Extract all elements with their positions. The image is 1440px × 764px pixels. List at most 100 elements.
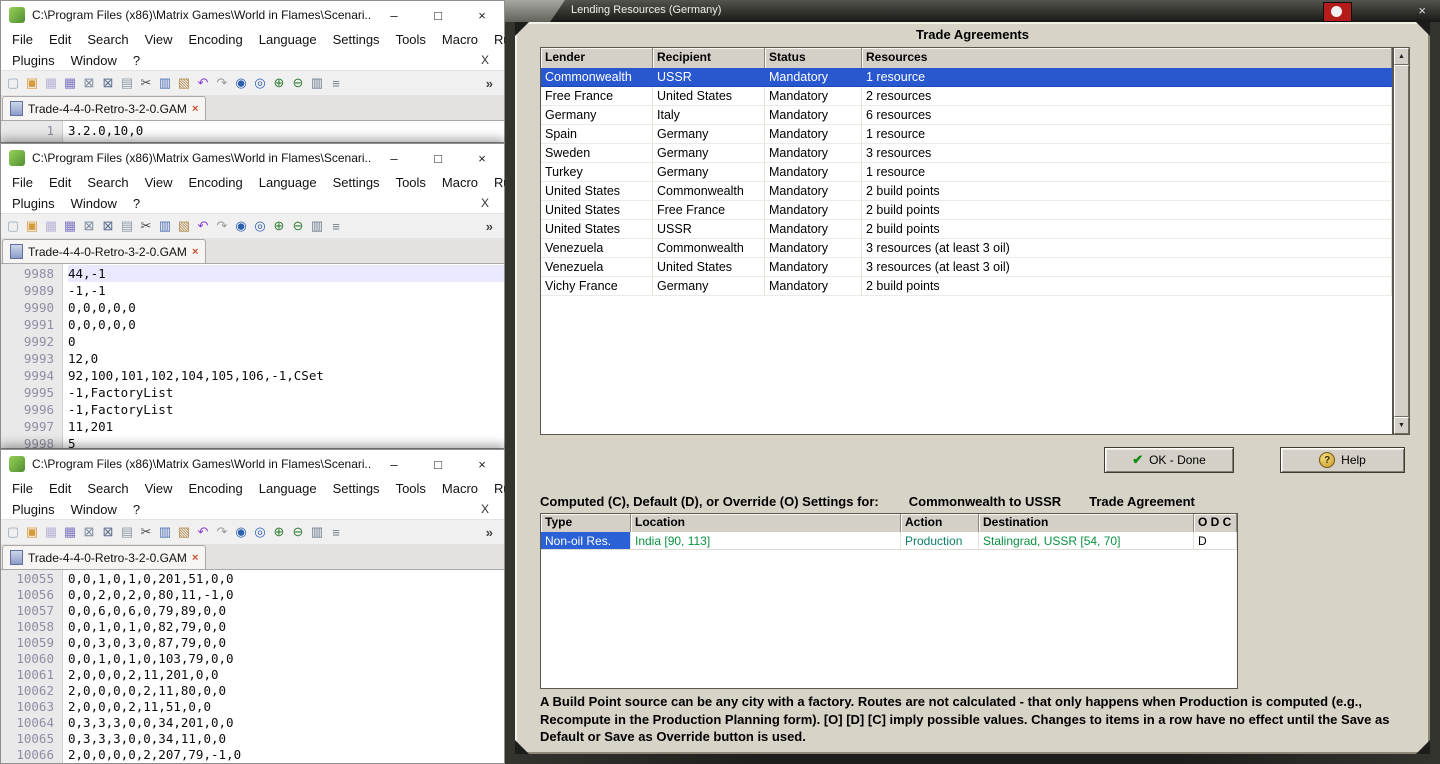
title-bar[interactable]: C:\Program Files (x86)\Matrix Games\Worl… bbox=[1, 144, 504, 172]
print-icon[interactable]: ▤ bbox=[118, 523, 136, 541]
agreement-row[interactable]: Vichy France Germany Mandatory 2 build poin… bbox=[541, 277, 1392, 296]
agreement-row[interactable]: Spain Germany Mandatory 1 resource bbox=[541, 125, 1392, 144]
scroll-up-icon[interactable]: ▲ bbox=[1394, 48, 1409, 65]
print-icon[interactable]: ▤ bbox=[118, 217, 136, 235]
scroll-thumb[interactable] bbox=[1394, 65, 1409, 417]
menu-close-x[interactable]: X bbox=[469, 196, 501, 210]
close-button[interactable]: × bbox=[460, 1, 504, 29]
menu-file[interactable]: File bbox=[4, 481, 41, 496]
menu-help[interactable]: ? bbox=[125, 196, 148, 211]
menu-plugins[interactable]: Plugins bbox=[4, 196, 63, 211]
agreement-row[interactable]: Sweden Germany Mandatory 3 resources bbox=[541, 144, 1392, 163]
menu-close-x[interactable]: X bbox=[469, 502, 501, 516]
save-all-icon[interactable]: ▦ bbox=[61, 523, 79, 541]
undo-icon[interactable]: ↶ bbox=[194, 217, 212, 235]
menu-search[interactable]: Search bbox=[79, 32, 136, 47]
tab-trade-gam[interactable]: Trade-4-4-0-Retro-3-2-0.GAM × bbox=[2, 545, 207, 569]
doc-map-icon[interactable]: ▥ bbox=[308, 523, 326, 541]
agreement-row[interactable]: Commonwealth USSR Mandatory 1 resource bbox=[541, 68, 1392, 87]
col-header-status[interactable]: Status bbox=[765, 48, 862, 68]
toolbar-overflow-icon[interactable]: » bbox=[478, 219, 501, 234]
open-folder-icon[interactable]: ▣ bbox=[23, 523, 41, 541]
zoom-out-icon[interactable]: ⊖ bbox=[289, 523, 307, 541]
save-icon[interactable]: ▦ bbox=[42, 523, 60, 541]
minimize-button[interactable]: – bbox=[372, 1, 416, 29]
menu-close-x[interactable]: X bbox=[469, 53, 501, 67]
menu-window[interactable]: Window bbox=[63, 196, 125, 211]
save-all-icon[interactable]: ▦ bbox=[61, 74, 79, 92]
new-file-icon[interactable]: ▢ bbox=[4, 74, 22, 92]
menu-window[interactable]: Window bbox=[63, 502, 125, 517]
agreement-row[interactable]: United States Commonwealth Mandatory 2 buil… bbox=[541, 182, 1392, 201]
zoom-out-icon[interactable]: ⊖ bbox=[289, 217, 307, 235]
agreement-row[interactable]: United States Free France Mandatory 2 build… bbox=[541, 201, 1392, 220]
tab-close-icon[interactable]: × bbox=[192, 552, 198, 564]
agreement-row[interactable]: Free France United States Mandatory 2 resou… bbox=[541, 87, 1392, 106]
close-icon[interactable]: × bbox=[1418, 3, 1426, 18]
copy-icon[interactable]: ▥ bbox=[156, 523, 174, 541]
menu-window[interactable]: Window bbox=[63, 53, 125, 68]
function-list-icon[interactable]: ≡ bbox=[327, 523, 345, 541]
maximize-button[interactable]: □ bbox=[416, 144, 460, 172]
menu-edit[interactable]: Edit bbox=[41, 175, 79, 190]
menu-settings[interactable]: Settings bbox=[325, 175, 388, 190]
menu-plugins[interactable]: Plugins bbox=[4, 502, 63, 517]
minimize-button[interactable]: – bbox=[372, 450, 416, 478]
menu-search[interactable]: Search bbox=[79, 175, 136, 190]
menu-tools[interactable]: Tools bbox=[388, 481, 434, 496]
menu-encoding[interactable]: Encoding bbox=[181, 32, 251, 47]
doc-map-icon[interactable]: ▥ bbox=[308, 217, 326, 235]
replace-icon[interactable]: ◎ bbox=[251, 217, 269, 235]
agreement-row[interactable]: United States USSR Mandatory 2 build points bbox=[541, 220, 1392, 239]
col-header-lender[interactable]: Lender bbox=[541, 48, 653, 68]
cut-icon[interactable]: ✂ bbox=[137, 217, 155, 235]
print-icon[interactable]: ▤ bbox=[118, 74, 136, 92]
menu-view[interactable]: View bbox=[137, 481, 181, 496]
editor[interactable]: 1 3.2.0,10,0 bbox=[1, 121, 504, 142]
editor[interactable]: 9988 9989 9990 9991 9992 9993 9994 9995 9996 9997… bbox=[1, 264, 504, 448]
menu-language[interactable]: Language bbox=[251, 32, 325, 47]
close-button[interactable]: × bbox=[460, 144, 504, 172]
tab-trade-gam[interactable]: Trade-4-4-0-Retro-3-2-0.GAM × bbox=[2, 96, 207, 120]
save-icon[interactable]: ▦ bbox=[42, 74, 60, 92]
agreement-row[interactable]: Venezuela United States Mandatory 3 resourc… bbox=[541, 258, 1392, 277]
replace-icon[interactable]: ◎ bbox=[251, 523, 269, 541]
minimize-button[interactable]: – bbox=[372, 144, 416, 172]
open-folder-icon[interactable]: ▣ bbox=[23, 74, 41, 92]
cut-icon[interactable]: ✂ bbox=[137, 74, 155, 92]
close-all-icon[interactable]: ⊠ bbox=[99, 217, 117, 235]
close-all-icon[interactable]: ⊠ bbox=[99, 74, 117, 92]
close-file-icon[interactable]: ⊠ bbox=[80, 523, 98, 541]
settings-row[interactable]: Non-oil Res. India [90, 113] Production Sta… bbox=[541, 532, 1237, 550]
save-icon[interactable]: ▦ bbox=[42, 217, 60, 235]
settings-col-header-destination[interactable]: Destination bbox=[979, 514, 1194, 532]
zoom-in-icon[interactable]: ⊕ bbox=[270, 217, 288, 235]
menu-settings[interactable]: Settings bbox=[325, 481, 388, 496]
code-area[interactable]: 0,0,1,0,1,0,201,51,0,0 0,0,2,0,2,0,80,11,… bbox=[63, 570, 504, 763]
menu-run[interactable]: Run bbox=[486, 175, 505, 190]
function-list-icon[interactable]: ≡ bbox=[327, 217, 345, 235]
menu-search[interactable]: Search bbox=[79, 481, 136, 496]
undo-icon[interactable]: ↶ bbox=[194, 523, 212, 541]
find-icon[interactable]: ◉ bbox=[232, 523, 250, 541]
zoom-in-icon[interactable]: ⊕ bbox=[270, 523, 288, 541]
menu-language[interactable]: Language bbox=[251, 175, 325, 190]
tab-close-icon[interactable]: × bbox=[192, 103, 198, 115]
editor[interactable]: 10055 10056 10057 10058 10059 10060 10061 10062… bbox=[1, 570, 504, 763]
toolbar-overflow-icon[interactable]: » bbox=[478, 76, 501, 91]
cut-icon[interactable]: ✂ bbox=[137, 523, 155, 541]
function-list-icon[interactable]: ≡ bbox=[327, 74, 345, 92]
menu-run[interactable]: Run bbox=[486, 32, 505, 47]
menu-edit[interactable]: Edit bbox=[41, 32, 79, 47]
maximize-button[interactable]: □ bbox=[416, 450, 460, 478]
close-file-icon[interactable]: ⊠ bbox=[80, 217, 98, 235]
redo-icon[interactable]: ↷ bbox=[213, 74, 231, 92]
title-bar[interactable]: C:\Program Files (x86)\Matrix Games\Worl… bbox=[1, 1, 504, 29]
replace-icon[interactable]: ◎ bbox=[251, 74, 269, 92]
agreement-row[interactable]: Turkey Germany Mandatory 1 resource bbox=[541, 163, 1392, 182]
paste-icon[interactable]: ▧ bbox=[175, 523, 193, 541]
new-file-icon[interactable]: ▢ bbox=[4, 217, 22, 235]
menu-help[interactable]: ? bbox=[125, 502, 148, 517]
copy-icon[interactable]: ▥ bbox=[156, 217, 174, 235]
code-area[interactable]: 3.2.0,10,0 bbox=[63, 121, 504, 142]
